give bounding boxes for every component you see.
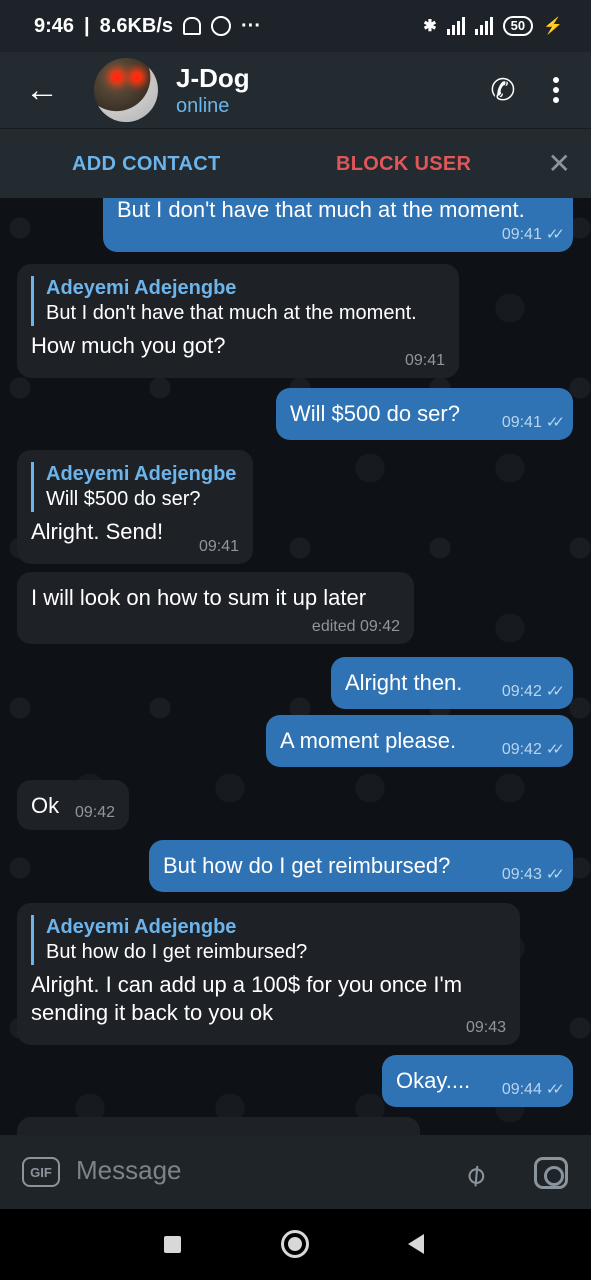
bell-off-icon	[183, 17, 202, 35]
status-speed: 8.6KB/s	[99, 14, 174, 37]
gif-button[interactable]: GIF	[22, 1157, 60, 1187]
system-nav-bar	[0, 1209, 591, 1280]
signal-icon	[446, 17, 465, 35]
double-check-icon: ✓✓	[545, 1081, 565, 1098]
home-icon[interactable]	[281, 1230, 309, 1258]
double-check-icon: ✓✓	[545, 741, 565, 758]
recent-apps-icon[interactable]	[164, 1236, 181, 1253]
reply-quote[interactable]: Adeyemi Adejengbe But I don't have that …	[31, 276, 445, 326]
message-bubble[interactable]: But I don't have that much at the moment…	[103, 198, 573, 252]
double-check-icon: ✓✓	[545, 414, 565, 431]
avatar[interactable]	[94, 58, 158, 122]
reply-quote[interactable]: Adeyemi Adejengbe Will $500 do ser?	[31, 462, 239, 512]
arrow-left-icon[interactable]: ←	[0, 52, 84, 128]
add-contact-button[interactable]: ADD CONTACT	[72, 153, 220, 176]
message-bubble[interactable]: I will look on how to sum it up later ed…	[17, 572, 414, 644]
double-check-icon: ✓✓	[545, 226, 565, 243]
contact-info[interactable]: J-Dog online	[176, 63, 250, 118]
reply-quote[interactable]: Adeyemi Adejengbe But how do I get reimb…	[31, 915, 506, 965]
contact-name: J-Dog	[176, 62, 250, 93]
message-bubble[interactable]: Adeyemi Adejengbe But how do I get reimb…	[17, 903, 520, 1045]
close-icon[interactable]: ✕	[548, 147, 571, 180]
battery-icon: 50	[502, 16, 534, 36]
message-bubble-partial[interactable]	[17, 1117, 420, 1135]
contact-action-bar: ADD CONTACT BLOCK USER ✕	[0, 128, 591, 198]
more-notifications-icon: ···	[241, 14, 261, 37]
message-bubble[interactable]: But how do I get reimbursed? 09:43 ✓✓	[149, 840, 573, 892]
double-check-icon: ✓✓	[545, 866, 565, 883]
block-user-button[interactable]: BLOCK USER	[336, 153, 471, 176]
status-time: 9:46	[34, 14, 75, 37]
back-triangle-icon[interactable]	[408, 1234, 424, 1254]
bluetooth-icon: ✱	[423, 18, 437, 35]
paperclip-icon[interactable]: ⌀	[457, 1155, 493, 1193]
message-input[interactable]	[76, 1155, 436, 1186]
message-bubble[interactable]: Alright then. 09:42 ✓✓	[331, 657, 573, 709]
message-bubble[interactable]: Adeyemi Adejengbe But I don't have that …	[17, 264, 459, 378]
message-bubble[interactable]: Okay.... 09:44 ✓✓	[382, 1055, 573, 1107]
message-bubble[interactable]: Adeyemi Adejengbe Will $500 do ser? Alri…	[17, 450, 253, 564]
double-check-icon: ✓✓	[545, 683, 565, 700]
more-vertical-icon[interactable]	[553, 77, 559, 103]
phone-icon[interactable]: ✆	[487, 74, 519, 107]
signal-icon-2	[474, 17, 493, 35]
alarm-icon	[211, 16, 232, 36]
message-list[interactable]: But I don't have that much at the moment…	[0, 198, 591, 1135]
message-bubble[interactable]: Ok 09:42	[17, 780, 129, 830]
message-bubble[interactable]: Will $500 do ser? 09:41 ✓✓	[276, 388, 573, 440]
message-bubble[interactable]: A moment please. 09:42 ✓✓	[266, 715, 573, 767]
camera-icon[interactable]	[534, 1157, 568, 1189]
contact-status: online	[176, 94, 230, 117]
charging-icon: ⚡	[543, 18, 563, 35]
message-composer: GIF ⌀	[0, 1135, 591, 1209]
status-bar: 9:46 | 8.6KB/s ··· ✱ 50 ⚡	[0, 0, 591, 52]
chat-header: ← J-Dog online ✆	[0, 52, 591, 128]
